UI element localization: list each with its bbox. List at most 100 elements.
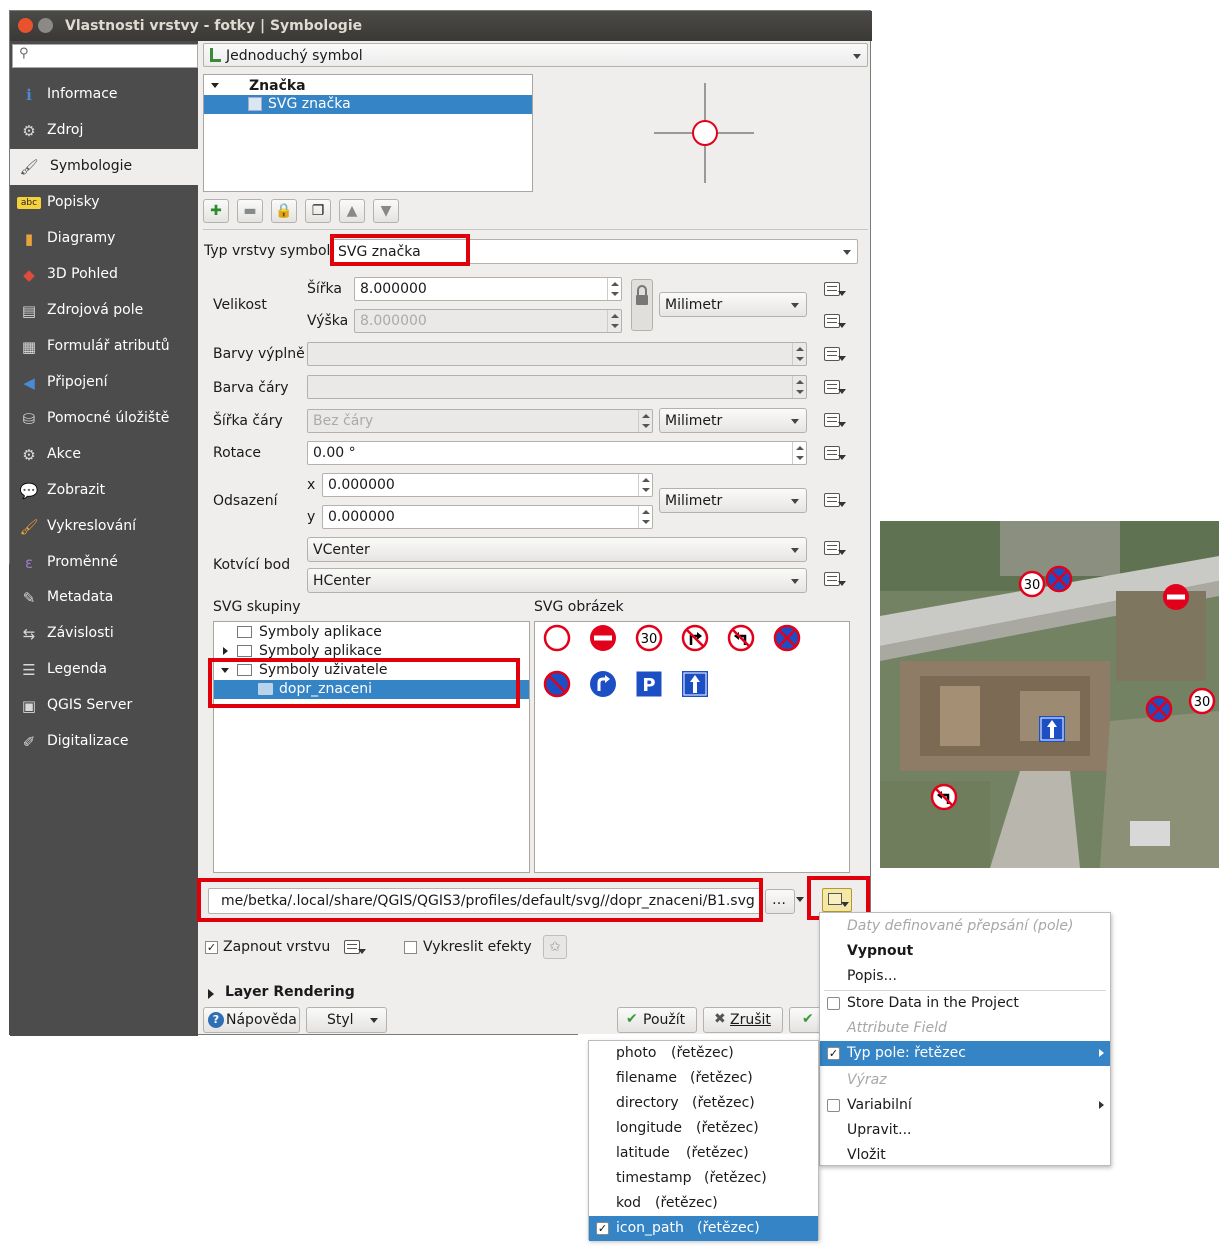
no-left-turn-sign-icon[interactable] bbox=[727, 624, 755, 652]
sidebar-item-digitalizace[interactable]: ✐ Digitalizace bbox=[10, 724, 198, 760]
data-defined-override-icon[interactable] bbox=[820, 443, 848, 465]
data-defined-override-icon[interactable] bbox=[820, 490, 848, 512]
anchor-vertical-combo[interactable]: VCenter bbox=[307, 537, 807, 562]
height-input[interactable]: 8.000000 bbox=[354, 309, 622, 333]
checkbox-checked-icon[interactable]: ✓ bbox=[596, 1222, 609, 1235]
field-item-photo[interactable]: photo (řetězec) bbox=[589, 1041, 818, 1066]
remove-layer-button[interactable]: ▬ bbox=[237, 199, 263, 223]
data-defined-override-icon[interactable] bbox=[340, 937, 368, 959]
sidebar-item-pomocné-úložiště[interactable]: ⛁ Pomocné úložiště bbox=[10, 401, 198, 437]
close-icon[interactable] bbox=[18, 18, 33, 33]
fill-color-button[interactable] bbox=[307, 342, 807, 366]
one-way-sign-icon[interactable] bbox=[681, 670, 709, 698]
move-down-button[interactable]: ▼ bbox=[373, 199, 399, 223]
field-item-latitude[interactable]: latitude (řetězec) bbox=[589, 1141, 818, 1166]
spinner-icon[interactable] bbox=[638, 474, 652, 496]
expand-icon[interactable] bbox=[223, 647, 228, 655]
menu-item-paste[interactable]: Vložit bbox=[820, 1143, 1110, 1168]
rotation-input[interactable]: 0.00 ° bbox=[307, 441, 807, 465]
browse-button[interactable]: … bbox=[765, 889, 795, 914]
layer-rendering-section[interactable]: Layer Rendering bbox=[225, 984, 355, 1000]
spinner-icon[interactable] bbox=[792, 442, 806, 464]
checkbox-checked-icon[interactable]: ✓ bbox=[827, 1047, 840, 1060]
turn-right-sign-icon[interactable] bbox=[589, 670, 617, 698]
anchor-horizontal-combo[interactable]: HCenter bbox=[307, 568, 807, 593]
stroke-color-button[interactable] bbox=[307, 375, 807, 399]
field-item-filename[interactable]: filename (řetězec) bbox=[589, 1066, 818, 1091]
chevron-down-icon[interactable] bbox=[796, 897, 804, 902]
sidebar-search-input[interactable]: ⚲ bbox=[12, 44, 198, 68]
spinner-icon[interactable] bbox=[607, 278, 621, 300]
sidebar-item-formulář-atributů[interactable]: ▦ Formulář atributů bbox=[10, 329, 198, 365]
help-button[interactable]: ? Nápověda bbox=[203, 1007, 300, 1033]
sidebar-item-qgis-server[interactable]: ▣ QGIS Server bbox=[10, 688, 198, 724]
data-defined-override-icon[interactable] bbox=[820, 538, 848, 560]
sidebar-item-informace[interactable]: ℹ Informace bbox=[10, 77, 198, 113]
sidebar-item-legenda[interactable]: ☰ Legenda bbox=[10, 652, 198, 688]
data-defined-override-icon[interactable] bbox=[820, 377, 848, 399]
sidebar-item-metadata[interactable]: ✎ Metadata bbox=[10, 580, 198, 616]
width-input[interactable]: 8.000000 bbox=[354, 277, 622, 301]
sidebar-item-závislosti[interactable]: ⇆ Závislosti bbox=[10, 616, 198, 652]
sidebar-item-zdrojová-pole[interactable]: ▤ Zdrojová pole bbox=[10, 293, 198, 329]
sidebar-item-proměnné[interactable]: ε Proměnné bbox=[10, 545, 198, 581]
cancel-button[interactable]: ✖ Zrušit bbox=[703, 1007, 783, 1033]
svg-group-item[interactable]: Symboly aplikace bbox=[214, 623, 529, 642]
lock-aspect-button[interactable] bbox=[631, 279, 653, 331]
checkbox-icon[interactable] bbox=[827, 1099, 840, 1112]
data-defined-override-icon[interactable] bbox=[820, 279, 848, 301]
symbol-tree-svg-layer[interactable]: SVG značka bbox=[204, 95, 532, 114]
field-item-timestamp[interactable]: timestamp (řetězec) bbox=[589, 1166, 818, 1191]
sidebar-item-3d-pohled[interactable]: ◆ 3D Pohled bbox=[10, 257, 198, 293]
sidebar-item-symbologie[interactable]: 🖌 Symbologie bbox=[10, 149, 198, 185]
parking-sign-icon[interactable]: P bbox=[635, 670, 663, 698]
stroke-unit-combo[interactable]: Milimetr bbox=[659, 408, 807, 433]
sidebar-item-zobrazit[interactable]: 💬 Zobrazit bbox=[10, 473, 198, 509]
spinner-icon[interactable] bbox=[638, 506, 652, 528]
add-layer-button[interactable]: ✚ bbox=[203, 199, 229, 223]
menu-item-deactivate[interactable]: Vypnout bbox=[820, 939, 1110, 964]
renderer-combo[interactable]: Jednoduchý symbol bbox=[203, 43, 868, 67]
effects-star-icon[interactable]: ✩ bbox=[543, 935, 567, 959]
no-entry-sign-icon[interactable] bbox=[589, 624, 617, 652]
checkbox-icon[interactable] bbox=[827, 997, 840, 1010]
menu-item-edit[interactable]: Upravit... bbox=[820, 1118, 1110, 1143]
sidebar-item-akce[interactable]: ⚙ Akce bbox=[10, 437, 198, 473]
enable-layer-checkbox[interactable]: ✓ bbox=[205, 941, 218, 954]
offset-unit-combo[interactable]: Milimetr bbox=[659, 488, 807, 513]
speed-limit-sign-icon[interactable]: 30 bbox=[635, 624, 663, 652]
menu-item-variable[interactable]: Variabilní bbox=[820, 1093, 1110, 1118]
field-item-directory[interactable]: directory (řetězec) bbox=[589, 1091, 818, 1116]
size-unit-combo[interactable]: Milimetr bbox=[659, 292, 807, 317]
data-defined-override-icon[interactable] bbox=[820, 569, 848, 591]
move-up-button[interactable]: ▲ bbox=[339, 199, 365, 223]
expand-icon[interactable] bbox=[211, 83, 219, 88]
sidebar-item-popisky[interactable]: abc Popisky bbox=[10, 185, 198, 221]
field-item-icon-path[interactable]: ✓ icon_path (řetězec) bbox=[589, 1216, 818, 1241]
data-defined-override-icon[interactable] bbox=[820, 311, 848, 333]
menu-item-store-data[interactable]: Store Data in the Project bbox=[820, 991, 1110, 1016]
menu-item-description[interactable]: Popis... bbox=[820, 964, 1110, 989]
lock-layer-button[interactable]: 🔒 bbox=[271, 199, 297, 223]
duplicate-layer-button[interactable]: ❐ bbox=[305, 199, 331, 223]
draw-effects-checkbox[interactable] bbox=[404, 941, 417, 954]
data-defined-override-icon[interactable] bbox=[820, 344, 848, 366]
field-item-longitude[interactable]: longitude (řetězec) bbox=[589, 1116, 818, 1141]
expand-icon[interactable] bbox=[208, 989, 214, 999]
symbol-tree-root[interactable]: Značka bbox=[204, 77, 532, 96]
no-stopping-sign-icon[interactable] bbox=[773, 624, 801, 652]
style-button[interactable]: Styl bbox=[306, 1007, 387, 1033]
sidebar-item-připojení[interactable]: ◀ Připojení bbox=[10, 365, 198, 401]
offset-x-input[interactable]: 0.000000 bbox=[322, 473, 653, 497]
sidebar-item-vykreslování[interactable]: 🖌 Vykreslování bbox=[10, 509, 198, 545]
menu-item-field-type[interactable]: ✓ Typ pole: řetězec bbox=[820, 1041, 1110, 1066]
stroke-width-input[interactable]: Bez čáry bbox=[307, 409, 653, 433]
minimize-icon[interactable] bbox=[38, 18, 53, 33]
apply-button[interactable]: ✔ Použít bbox=[617, 1007, 697, 1033]
no-parking-sign-icon[interactable] bbox=[543, 670, 571, 698]
no-right-turn-sign-icon[interactable] bbox=[681, 624, 709, 652]
sidebar-item-diagramy[interactable]: ▮ Diagramy bbox=[10, 221, 198, 257]
sidebar-item-zdroj[interactable]: ⚙ Zdroj bbox=[10, 113, 198, 149]
spinner-icon[interactable] bbox=[607, 310, 621, 332]
field-item-kod[interactable]: kod (řetězec) bbox=[589, 1191, 818, 1216]
